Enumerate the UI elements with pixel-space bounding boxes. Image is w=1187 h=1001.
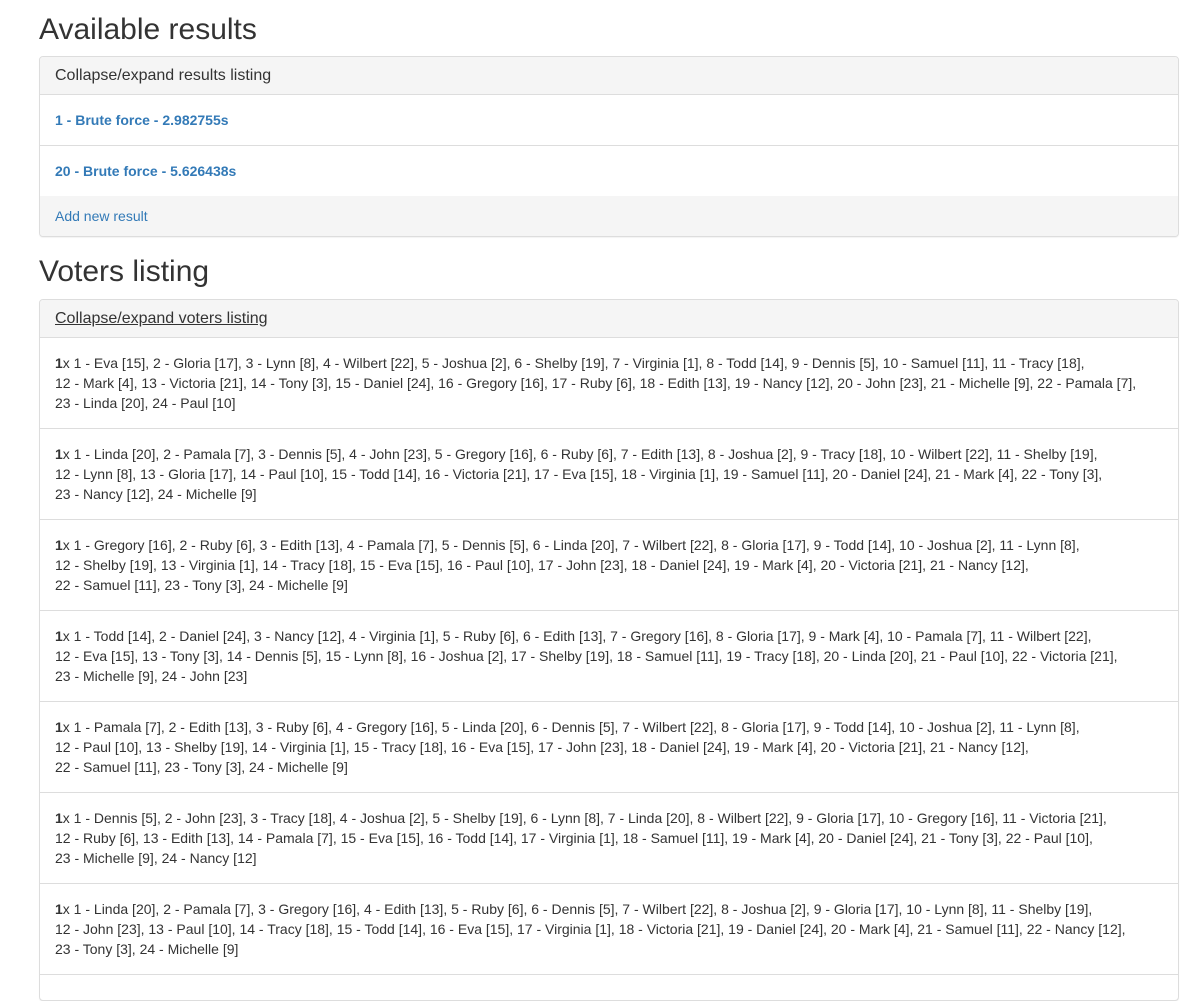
voter-ranking-line: 1 - Linda [20], 2 - Pamala [7], 3 - Greg…: [69, 901, 1093, 917]
voter-ranking-line: 23 - Michelle [9], 24 - Nancy [12]: [55, 850, 257, 866]
results-panel-heading: Collapse/expand results listing: [40, 57, 1178, 95]
add-new-result-link[interactable]: Add new result: [55, 208, 148, 224]
voters-panel-heading: Collapse/expand voters listing: [40, 300, 1178, 338]
voter-ranking-line: 12 - Ruby [6], 13 - Edith [13], 14 - Pam…: [55, 830, 1093, 846]
voter-item: 1x 1 - Dennis [5], 2 - John [23], 3 - Tr…: [40, 793, 1178, 884]
voter-count-suffix: x: [62, 537, 70, 553]
voters-panel: Collapse/expand voters listing 1x 1 - Ev…: [39, 299, 1179, 1001]
voter-ranking-line: 22 - Samuel [11], 23 - Tony [3], 24 - Mi…: [55, 759, 348, 775]
voter-count-suffix: x: [62, 901, 70, 917]
voter-count-suffix: x: [62, 810, 70, 826]
results-title: Available results: [39, 13, 257, 46]
voter-ranking-line: 1 - Eva [15], 2 - Gloria [17], 3 - Lynn …: [69, 355, 1085, 371]
voter-ranking-line: 23 - Nancy [12], 24 - Michelle [9]: [55, 486, 257, 502]
results-panel: Collapse/expand results listing 1 - Brut…: [39, 56, 1179, 237]
voter-count-suffix: x: [62, 446, 70, 462]
voter-item: 1x 1 - Eva [15], 2 - Gloria [17], 3 - Ly…: [40, 338, 1178, 429]
result-link[interactable]: 20 - Brute force - 5.626438s: [55, 163, 236, 179]
result-item: 20 - Brute force - 5.626438s: [40, 146, 1178, 196]
voter-ranking-line: 23 - Michelle [9], 24 - John [23]: [55, 668, 248, 684]
voter-item: 1x 1 - Todd [14], 2 - Daniel [24], 3 - N…: [40, 611, 1178, 702]
voter-count: 1: [55, 719, 63, 735]
voter-ranking-line: 12 - Shelby [19], 13 - Virginia [1], 14 …: [55, 557, 1029, 573]
voter-ranking-line: 22 - Samuel [11], 23 - Tony [3], 24 - Mi…: [55, 577, 348, 593]
result-link[interactable]: 1 - Brute force - 2.982755s: [55, 112, 229, 128]
voters-list: 1x 1 - Eva [15], 2 - Gloria [17], 3 - Ly…: [40, 338, 1178, 975]
voter-count: 1: [55, 901, 63, 917]
voters-title: Voters listing: [39, 255, 210, 288]
voter-count-suffix: x: [62, 628, 70, 644]
voter-count-suffix: x: [62, 719, 70, 735]
voter-ranking-line: 1 - Gregory [16], 2 - Ruby [6], 3 - Edit…: [69, 537, 1080, 553]
voter-ranking-line: 12 - Eva [15], 13 - Tony [3], 14 - Denni…: [55, 648, 1118, 664]
voter-count: 1: [55, 446, 63, 462]
voter-ranking-line: 23 - Linda [20], 24 - Paul [10]: [55, 395, 236, 411]
voter-ranking-line: 1 - Todd [14], 2 - Daniel [24], 3 - Nanc…: [69, 628, 1092, 644]
voter-count: 1: [55, 810, 63, 826]
voter-item: 1x 1 - Gregory [16], 2 - Ruby [6], 3 - E…: [40, 520, 1178, 611]
voter-ranking-line: 12 - Mark [4], 13 - Victoria [21], 14 - …: [55, 375, 1137, 391]
main-container: Available results Collapse/expand result…: [39, 0, 1179, 1001]
voter-ranking-line: 1 - Pamala [7], 2 - Edith [13], 3 - Ruby…: [69, 719, 1080, 735]
voter-ranking-line: 1 - Dennis [5], 2 - John [23], 3 - Tracy…: [69, 810, 1107, 826]
voter-count: 1: [55, 628, 63, 644]
voter-item: 1x 1 - Linda [20], 2 - Pamala [7], 3 - D…: [40, 429, 1178, 520]
voter-ranking-line: 12 - John [23], 13 - Paul [10], 14 - Tra…: [55, 921, 1126, 937]
voter-count: 1: [55, 355, 63, 371]
voter-ranking-line: 1 - Linda [20], 2 - Pamala [7], 3 - Denn…: [69, 446, 1098, 462]
voter-count: 1: [55, 537, 63, 553]
results-collapse-toggle[interactable]: Collapse/expand results listing: [55, 67, 271, 84]
voter-count-suffix: x: [62, 355, 70, 371]
voter-ranking-line: 23 - Tony [3], 24 - Michelle [9]: [55, 941, 239, 957]
voter-item: 1x 1 - Pamala [7], 2 - Edith [13], 3 - R…: [40, 702, 1178, 793]
voter-item: 1x 1 - Linda [20], 2 - Pamala [7], 3 - G…: [40, 884, 1178, 975]
voters-collapse-toggle[interactable]: Collapse/expand voters listing: [55, 310, 268, 327]
voter-ranking-line: 12 - Paul [10], 13 - Shelby [19], 14 - V…: [55, 739, 1029, 755]
results-panel-footer: Add new result: [40, 196, 1178, 236]
voter-ranking-line: 12 - Lynn [8], 13 - Gloria [17], 14 - Pa…: [55, 466, 1103, 482]
result-item: 1 - Brute force - 2.982755s: [40, 95, 1178, 146]
